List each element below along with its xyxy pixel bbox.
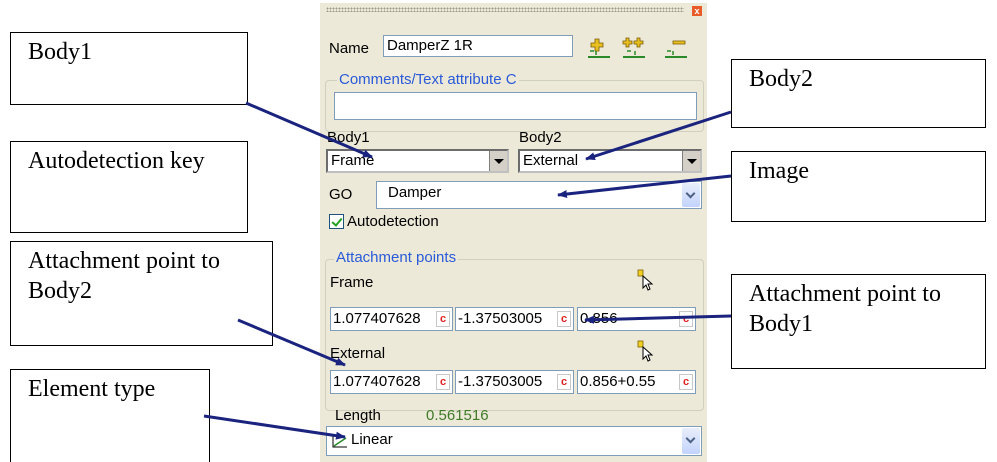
comments-group-label: Comments/Text attribute C — [337, 71, 519, 88]
external-x-field[interactable]: 1.077407628 c — [330, 370, 453, 394]
frame-y-field[interactable]: -1.37503005 c — [455, 307, 574, 331]
frame-z-value: 0.856 — [580, 310, 618, 327]
callout-attachment-point-body2: Attachment point to Body2 — [10, 241, 273, 346]
chevron-down-icon[interactable] — [682, 183, 700, 207]
c-icon[interactable]: c — [436, 374, 450, 390]
c-icon[interactable]: c — [557, 374, 571, 390]
name-input[interactable]: DamperZ 1R — [383, 35, 573, 57]
element-type-value: Linear — [351, 431, 393, 448]
external-z-field[interactable]: 0.856+0.55 c — [577, 370, 696, 394]
body2-select[interactable]: External — [518, 149, 702, 173]
attachment-group-label: Attachment points — [334, 249, 459, 266]
remove-point-icon[interactable] — [663, 35, 689, 59]
go-select-value: Damper — [388, 184, 442, 201]
name-label: Name — [329, 40, 370, 57]
body2-select-value: External — [523, 152, 579, 169]
autodetection-label: Autodetection — [347, 213, 439, 230]
callout-element-type: Element type — [10, 369, 210, 462]
go-select[interactable]: Damper — [376, 181, 702, 209]
external-label: External — [330, 345, 386, 362]
element-type-select[interactable]: Linear — [326, 426, 702, 456]
frame-x-value: 1.077407628 — [333, 310, 421, 327]
comments-input[interactable] — [334, 92, 697, 120]
close-icon[interactable]: x — [692, 6, 702, 16]
body1-select-value: Frame — [331, 152, 375, 169]
frame-x-field[interactable]: 1.077407628 c — [330, 307, 453, 331]
c-icon[interactable]: c — [679, 374, 693, 390]
body1-label: Body1 — [327, 129, 370, 146]
c-icon[interactable]: c — [557, 311, 571, 327]
external-y-field[interactable]: -1.37503005 c — [455, 370, 574, 394]
c-icon[interactable]: c — [436, 311, 450, 327]
chevron-down-icon[interactable] — [682, 151, 700, 171]
callout-body2: Body2 — [731, 59, 986, 128]
length-label: Length — [335, 407, 381, 424]
add-pair-icon[interactable] — [621, 35, 647, 59]
autodetection-checkbox[interactable] — [329, 214, 344, 229]
callout-autodetection-key: Autodetection key — [10, 141, 248, 233]
body1-select[interactable]: Frame — [326, 149, 509, 173]
frame-label: Frame — [330, 274, 374, 291]
chevron-down-icon[interactable] — [682, 428, 700, 454]
pick-point-cursor-icon[interactable] — [637, 340, 655, 362]
callout-attachment-point-body1: Attachment point to Body1 — [731, 274, 986, 369]
properties-panel: x Name DamperZ 1R Comments/Text attribut… — [320, 3, 707, 462]
external-y-value: -1.37503005 — [458, 373, 543, 390]
add-point-icon[interactable] — [586, 35, 612, 59]
external-z-value: 0.856+0.55 — [580, 373, 656, 390]
length-value: 0.561516 — [426, 407, 489, 424]
panel-drag-grip[interactable] — [326, 7, 684, 12]
chevron-down-icon[interactable] — [489, 151, 507, 171]
body2-label: Body2 — [519, 129, 562, 146]
external-x-value: 1.077407628 — [333, 373, 421, 390]
frame-y-value: -1.37503005 — [458, 310, 543, 327]
linear-graph-icon — [332, 435, 347, 448]
frame-z-field[interactable]: 0.856 c — [577, 307, 696, 331]
callout-body1: Body1 — [10, 32, 248, 105]
go-label: GO — [329, 186, 353, 203]
c-icon[interactable]: c — [679, 311, 693, 327]
callout-image: Image — [731, 151, 986, 222]
pick-point-cursor-icon[interactable] — [637, 269, 655, 291]
